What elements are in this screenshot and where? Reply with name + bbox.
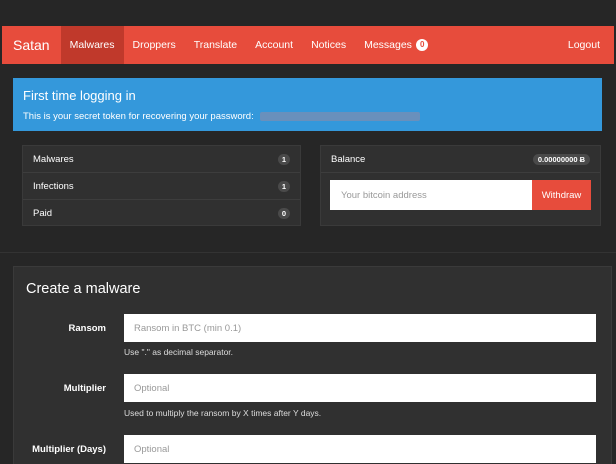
balance-row: Balance 0.00000000 Ƀ xyxy=(321,146,600,173)
nav-malwares[interactable]: Malwares xyxy=(60,26,124,64)
ransom-input[interactable] xyxy=(124,314,596,342)
stat-row-malwares: Malwares 1 xyxy=(23,146,300,173)
multiplier-days-label: Multiplier (Days) xyxy=(32,444,106,455)
create-malware-panel: Create a malware Ransom Use "." as decim… xyxy=(13,266,612,464)
nav-messages-label: Messages xyxy=(364,39,412,51)
stat-count-badge: 0 xyxy=(277,208,290,219)
stat-row-paid: Paid 0 xyxy=(23,200,300,227)
alert-text: This is your secret token for recovering… xyxy=(23,111,254,122)
multiplier-days-input[interactable] xyxy=(124,435,596,463)
balance-label: Balance xyxy=(331,153,366,165)
stat-label: Paid xyxy=(33,208,53,219)
multiplier-input[interactable] xyxy=(124,374,596,402)
create-malware-title: Create a malware xyxy=(26,281,141,297)
logout-link[interactable]: Logout xyxy=(559,26,614,64)
multiplier-help-text: Used to multiply the ransom by X times a… xyxy=(124,408,322,418)
messages-count-badge: 0 xyxy=(415,39,429,51)
brand-logo[interactable]: Satan xyxy=(2,26,61,64)
withdraw-input-group: Withdraw xyxy=(330,180,591,210)
balance-value-badge: 0.00000000 Ƀ xyxy=(532,153,590,165)
wallet-panel: Balance 0.00000000 Ƀ Withdraw xyxy=(320,145,601,226)
multiplier-label: Multiplier xyxy=(63,383,106,394)
stat-count-badge: 1 xyxy=(277,153,290,165)
stat-label: Infections xyxy=(33,180,74,192)
stat-label: Malwares xyxy=(33,153,74,165)
stat-row-infections: Infections 1 xyxy=(23,173,300,200)
stat-count-badge: 1 xyxy=(277,180,290,192)
bitcoin-address-input[interactable] xyxy=(330,180,532,210)
first-login-alert: First time logging in This is your secre… xyxy=(13,78,602,131)
nav-account[interactable]: Account xyxy=(246,26,302,64)
ransom-label: Ransom xyxy=(68,323,106,334)
section-divider xyxy=(0,252,616,253)
secret-token-redacted xyxy=(259,112,420,121)
withdraw-button[interactable]: Withdraw xyxy=(532,180,591,210)
nav-messages[interactable]: Messages 0 xyxy=(355,26,437,64)
stats-panel: Malwares 1 Infections 1 Paid 0 xyxy=(22,145,301,226)
nav-droppers[interactable]: Droppers xyxy=(124,26,185,64)
ransom-help-text: Use "." as decimal separator. xyxy=(124,347,234,357)
nav-notices[interactable]: Notices xyxy=(302,26,355,64)
top-navbar: Satan Malwares Droppers Translate Accoun… xyxy=(2,26,614,64)
alert-title: First time logging in xyxy=(23,88,136,103)
nav-translate[interactable]: Translate xyxy=(185,26,246,64)
